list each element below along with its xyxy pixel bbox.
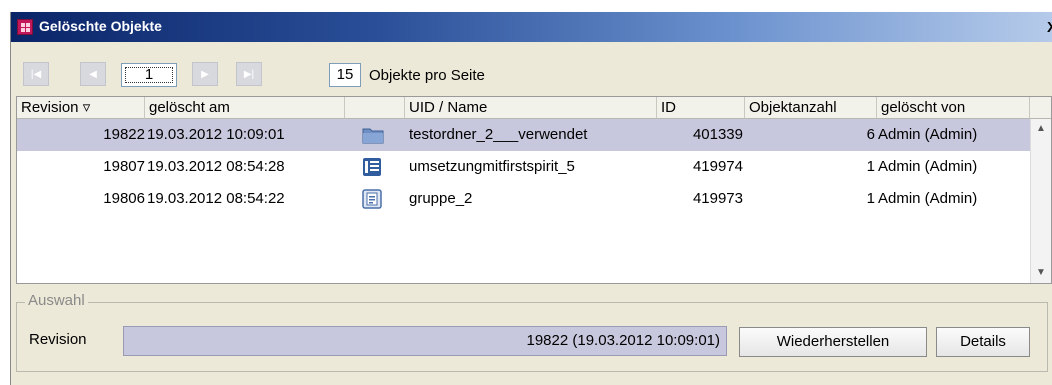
column-header-corner bbox=[1030, 97, 1051, 119]
deleted-at-cell: 19.03.2012 08:54:22 bbox=[147, 190, 285, 207]
name-cell: testordner_2___verwendet bbox=[409, 126, 588, 143]
object-count-cell: 1 bbox=[866, 158, 875, 175]
id-cell: 419974 bbox=[692, 158, 743, 175]
next-page-button[interactable]: ▶ bbox=[192, 62, 218, 86]
deleted-by-cell: Admin (Admin) bbox=[878, 190, 978, 207]
column-header-deleted-by[interactable]: gelöscht von bbox=[877, 97, 1030, 119]
previous-page-button[interactable]: ◀ bbox=[80, 62, 106, 86]
app-icon bbox=[17, 19, 33, 35]
close-button[interactable]: X bbox=[1043, 19, 1052, 37]
objects-per-page-input[interactable]: 15 bbox=[329, 63, 361, 87]
column-header-deleted-at[interactable]: gelöscht am bbox=[145, 97, 345, 119]
details-button[interactable]: Details bbox=[936, 327, 1030, 357]
previous-page-icon: ◀ bbox=[89, 68, 97, 80]
object-count-cell: 1 bbox=[866, 190, 875, 207]
selected-revision-field: 19822 (19.03.2012 10:09:01) bbox=[123, 326, 727, 356]
name-cell: gruppe_2 bbox=[409, 190, 473, 207]
deleted-at-cell: 19.03.2012 10:09:01 bbox=[147, 126, 285, 143]
last-page-button[interactable]: ▶| bbox=[236, 62, 262, 86]
deleted-by-cell: Admin (Admin) bbox=[878, 158, 978, 175]
deleted-objects-table: Revision ▿ gelöscht am UID / Name ID Obj… bbox=[16, 96, 1052, 284]
revision-cell: 19822 bbox=[103, 126, 145, 143]
id-cell: 401339 bbox=[692, 126, 743, 143]
title-bar[interactable]: Gelöschte Objekte X bbox=[11, 12, 1052, 42]
scroll-down-arrow-icon[interactable]: ▼ bbox=[1031, 263, 1051, 283]
type-cell bbox=[362, 119, 386, 151]
type-cell bbox=[362, 151, 386, 183]
scroll-up-arrow-icon[interactable]: ▲ bbox=[1031, 119, 1051, 139]
column-header-uid-name[interactable]: UID / Name bbox=[405, 97, 657, 119]
last-page-icon: ▶| bbox=[243, 68, 255, 80]
dialog-title: Gelöschte Objekte bbox=[39, 18, 162, 34]
column-header-object-count[interactable]: Objektanzahl bbox=[745, 97, 877, 119]
next-page-icon: ▶ bbox=[201, 68, 209, 80]
table-row[interactable]: 19822 19.03.2012 10:09:01 testordner_2__… bbox=[17, 119, 1030, 151]
column-header-revision[interactable]: Revision ▿ bbox=[17, 97, 145, 119]
first-page-icon: |◀ bbox=[30, 68, 42, 80]
deleted-by-cell: Admin (Admin) bbox=[878, 126, 978, 143]
object-count-cell: 6 bbox=[866, 126, 875, 143]
deleted-objects-dialog: Gelöschte Objekte X |◀ ◀ 1 ▶ ▶| 15 Objek… bbox=[10, 12, 1052, 385]
folder-icon bbox=[362, 128, 384, 144]
column-header-type[interactable] bbox=[345, 97, 405, 119]
table-row[interactable]: 19806 19.03.2012 08:54:22 gruppe_2 41997… bbox=[17, 183, 1030, 215]
deleted-at-cell: 19.03.2012 08:54:28 bbox=[147, 158, 285, 175]
first-page-button[interactable]: |◀ bbox=[23, 62, 49, 86]
page-reference-icon bbox=[363, 158, 381, 176]
id-cell: 419973 bbox=[692, 190, 743, 207]
type-cell bbox=[362, 183, 386, 215]
objects-per-page-label: Objekte pro Seite bbox=[369, 67, 485, 84]
restore-button[interactable]: Wiederherstellen bbox=[739, 327, 927, 357]
document-icon bbox=[362, 189, 382, 209]
revision-cell: 19806 bbox=[103, 190, 145, 207]
table-vertical-scrollbar[interactable]: ▲ ▼ bbox=[1030, 119, 1051, 283]
revision-label: Revision bbox=[29, 331, 87, 348]
column-header-id[interactable]: ID bbox=[657, 97, 745, 119]
table-row[interactable]: 19807 19.03.2012 08:54:28 umsetzungmitfi… bbox=[17, 151, 1030, 183]
revision-cell: 19807 bbox=[103, 158, 145, 175]
name-cell: umsetzungmitfirstspirit_5 bbox=[409, 158, 575, 175]
page-number-input[interactable]: 1 bbox=[121, 63, 177, 87]
selection-group-label: Auswahl bbox=[25, 292, 88, 309]
